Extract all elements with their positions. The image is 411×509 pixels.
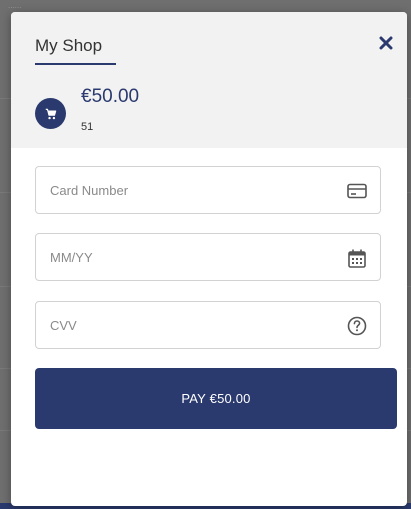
help-circle-icon[interactable] xyxy=(346,315,368,337)
pay-button[interactable]: PAY €50.00 xyxy=(35,368,397,429)
cvv-input[interactable] xyxy=(36,302,380,348)
cart-avatar xyxy=(35,98,66,129)
cart-icon xyxy=(45,108,56,119)
credit-card-icon xyxy=(346,180,368,202)
payment-modal: My Shop €50.00 51 Card Number MM/YY CVV … xyxy=(11,12,407,506)
close-button[interactable] xyxy=(375,32,397,54)
card-number-field[interactable] xyxy=(35,166,381,214)
shop-title: My Shop xyxy=(35,36,103,55)
order-reference: 51 xyxy=(81,121,94,133)
expiry-date-field[interactable] xyxy=(35,233,381,281)
expiry-date-input[interactable] xyxy=(36,234,380,280)
modal-header: My Shop €50.00 51 xyxy=(11,12,407,148)
calendar-icon xyxy=(346,247,368,269)
payment-amount: €50.00 xyxy=(81,86,140,107)
cvv-field[interactable] xyxy=(35,301,381,349)
title-underline xyxy=(35,63,116,65)
backdrop-text: ...... xyxy=(8,1,22,10)
close-icon xyxy=(379,36,393,50)
card-number-input[interactable] xyxy=(36,167,380,213)
